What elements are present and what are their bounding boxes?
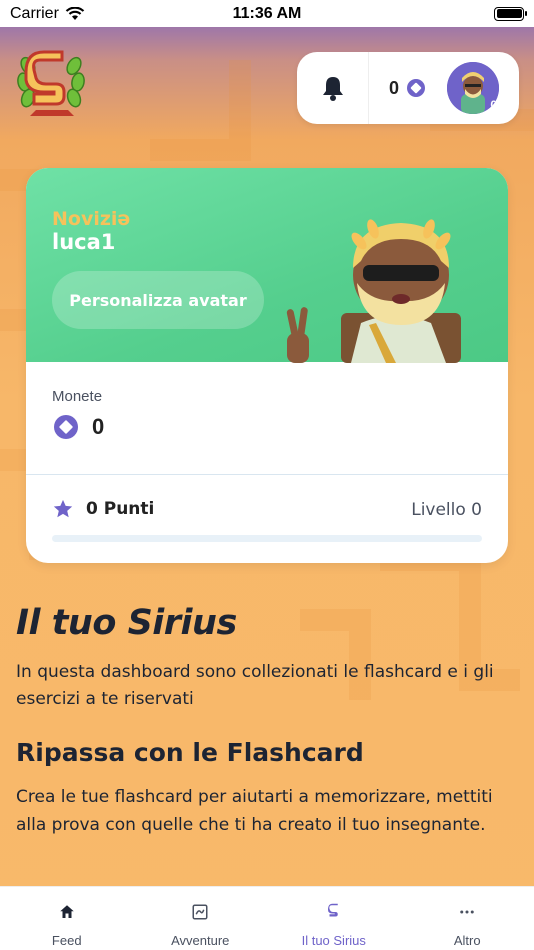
- level-progress-bar: [52, 535, 482, 542]
- tab-sirius[interactable]: Il tuo Sirius: [267, 887, 401, 950]
- tab-sirius-label: Il tuo Sirius: [301, 933, 366, 948]
- app-logo[interactable]: [16, 46, 86, 118]
- status-left: Carrier: [10, 5, 190, 23]
- map-icon: [192, 904, 208, 920]
- tab-adventures-label: Avventure: [171, 933, 230, 948]
- battery-icon: [494, 6, 527, 21]
- card-divider: [26, 474, 508, 475]
- coins-value: 0: [92, 414, 105, 439]
- tab-feed[interactable]: Feed: [0, 887, 134, 950]
- level-label: Livello 0: [411, 500, 482, 520]
- wifi-icon: [65, 6, 85, 20]
- header-coins[interactable]: 0: [389, 77, 426, 99]
- tab-more[interactable]: Altro: [401, 887, 534, 950]
- tab-feed-label: Feed: [51, 933, 82, 948]
- tab-bar: Feed Avventure Il tuo Sirius Altro: [0, 886, 534, 950]
- home-icon: [60, 905, 74, 918]
- coins-balance: 0: [54, 414, 104, 440]
- sirius-logo-icon: [327, 903, 338, 917]
- notifications-button[interactable]: [297, 52, 369, 124]
- points-value: 0 Punti: [86, 499, 155, 519]
- clock: 11:36 AM: [232, 4, 302, 22]
- header-actions: 0 0: [297, 52, 519, 124]
- flashcard-section-title: Ripassa con le Flashcard: [16, 738, 364, 767]
- coins-label: Monete: [52, 388, 103, 405]
- header-coins-value: 0: [389, 77, 400, 98]
- status-bar: Carrier 11:36 AM: [0, 0, 534, 27]
- more-icon: [460, 910, 474, 914]
- page-description: In questa dashboard sono collezionati le…: [16, 662, 494, 709]
- points-row: 0 Punti: [52, 498, 154, 520]
- customize-avatar-button[interactable]: Personalizza avatar: [52, 271, 264, 329]
- page-title: Il tuo Sirius: [16, 603, 237, 643]
- bell-icon: [322, 77, 343, 101]
- coin-icon: [54, 415, 78, 439]
- avatar-level-badge: 0: [490, 98, 497, 112]
- flashcard-section-description: Crea le tue flashcard per aiutarti a mem…: [16, 787, 493, 835]
- app-screen: Carrier 11:36 AM 0 0 Noviziə luca1 Perso…: [0, 0, 534, 950]
- coin-icon: [407, 79, 426, 97]
- star-icon: [53, 499, 73, 518]
- username: luca1: [52, 230, 116, 254]
- tab-adventures[interactable]: Avventure: [134, 887, 268, 950]
- status-right: [344, 6, 527, 21]
- carrier-label: Carrier: [10, 4, 59, 22]
- avatar-illustration: [286, 219, 461, 363]
- tab-more-label: Altro: [453, 933, 481, 948]
- profile-card: Noviziə luca1 Personalizza avatar Monete…: [26, 168, 508, 563]
- user-rank: Noviziə: [52, 208, 131, 230]
- avatar-button[interactable]: 0: [447, 62, 499, 114]
